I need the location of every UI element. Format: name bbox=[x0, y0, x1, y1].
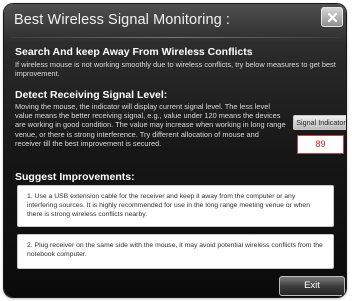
conflicts-description: If wireless mouse is not working smoothl… bbox=[15, 60, 336, 79]
improvement-tip-2: 2. Plug receiver on the same side with t… bbox=[17, 234, 334, 269]
title-divider bbox=[10, 37, 340, 38]
improvement-tip-1: 1. Use a USB extension cable for the rec… bbox=[17, 185, 334, 227]
exit-button[interactable]: Exit bbox=[279, 276, 345, 296]
signal-level-heading: Detect Receiving Signal Level: bbox=[15, 89, 168, 101]
signal-level-description: Moving the mouse, the indicator will dis… bbox=[15, 102, 286, 148]
improvements-heading: Suggest Improvements: bbox=[15, 171, 135, 183]
conflicts-heading: Search And keep Away From Wireless Confl… bbox=[15, 46, 253, 58]
signal-indicator-label: Signal Indicator bbox=[293, 115, 346, 130]
close-button[interactable] bbox=[321, 7, 343, 27]
window-title: Best Wireless Signal Monitoring : bbox=[14, 12, 231, 28]
signal-monitor-window: Best Wireless Signal Monitoring : Search… bbox=[4, 4, 346, 297]
close-icon bbox=[327, 12, 338, 23]
signal-indicator-value: 89 bbox=[297, 135, 344, 154]
